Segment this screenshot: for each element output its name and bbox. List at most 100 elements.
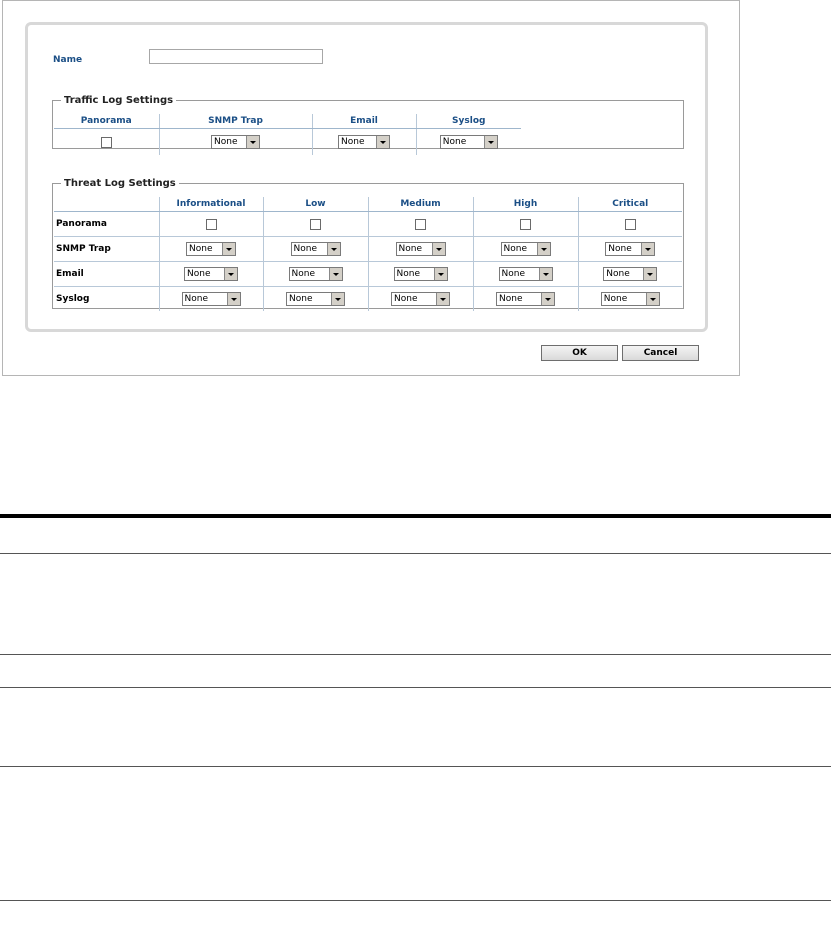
email-medium-select[interactable]: None [393,267,448,281]
snmp-medium-select[interactable]: None [395,242,446,256]
traffic-syslog-cell: None [415,128,521,155]
threat-cell [472,211,578,237]
dropdown-arrow-icon[interactable] [538,268,552,280]
snmp-low-select[interactable]: None [290,242,341,256]
threat-row-email: Email None None None None None [54,261,682,287]
syslog-critical-select[interactable]: None [600,292,660,306]
dropdown-arrow-icon[interactable] [226,293,240,305]
panorama-high-checkbox[interactable] [520,218,531,230]
traffic-header-panorama: Panorama [54,114,159,129]
traffic-header-syslog: Syslog [415,114,521,129]
dropdown-arrow-icon[interactable] [645,293,659,305]
threat-cell [367,211,473,237]
dropdown-arrow-icon[interactable] [246,136,259,148]
dropdown-arrow-icon[interactable] [433,268,447,280]
select-value: None [189,244,213,254]
threat-log-settings: Threat Log Settings Informational Low Me… [52,178,684,311]
syslog-medium-select[interactable]: None [391,292,450,306]
traffic-syslog-value: None [442,137,467,147]
threat-row-snmp-trap: SNMP Trap None None None None None [54,236,682,262]
traffic-syslog-select[interactable]: None [439,135,498,149]
threat-row-label: Email [54,261,159,287]
snmp-critical-select[interactable]: None [605,242,656,256]
threat-cell: None [472,236,578,262]
select-value: None [293,244,317,254]
threat-cell: None [158,236,263,262]
snmp-informational-select[interactable]: None [186,242,236,256]
select-value: None [398,244,422,254]
dropdown-arrow-icon[interactable] [436,293,449,305]
threat-cell [577,211,682,237]
name-input[interactable] [149,49,323,64]
dropdown-arrow-icon[interactable] [326,243,340,255]
traffic-panorama-checkbox[interactable] [100,136,112,148]
screenshot-frame: Name Traffic Log Settings Panorama SNMP … [2,0,740,376]
dropdown-arrow-icon[interactable] [431,243,445,255]
panorama-critical-checkbox[interactable] [624,218,636,230]
settings-panel: Name Traffic Log Settings Panorama SNMP … [25,22,708,332]
traffic-log-settings: Traffic Log Settings Panorama SNMP Trap … [52,95,684,155]
threat-header-informational: Informational [158,197,263,212]
syslog-low-select[interactable]: None [286,292,345,306]
email-high-select[interactable]: None [498,267,553,281]
snmp-high-select[interactable]: None [500,242,551,256]
threat-log-table: Informational Low Medium High Critical P… [54,197,682,311]
traffic-log-table: Panorama SNMP Trap Email Syslog None Non… [54,114,521,155]
syslog-high-select[interactable]: None [496,292,555,306]
dropdown-arrow-icon[interactable] [643,268,657,280]
select-value: None [608,244,632,254]
dropdown-arrow-icon[interactable] [328,268,342,280]
threat-row-label: SNMP Trap [54,236,159,262]
table-divider [0,766,831,767]
dropdown-arrow-icon[interactable] [224,268,237,280]
traffic-email-value: None [341,137,365,147]
threat-header-blank [54,197,159,212]
threat-header-high: High [472,197,578,212]
traffic-header-email: Email [311,114,416,129]
dropdown-arrow-icon[interactable] [536,243,550,255]
email-informational-select[interactable]: None [184,267,238,281]
dropdown-arrow-icon[interactable] [641,243,655,255]
threat-row-syslog: Syslog None None None None None [54,286,682,311]
email-critical-select[interactable]: None [603,267,658,281]
select-value: None [289,294,313,304]
select-value: None [187,269,211,279]
panorama-low-checkbox[interactable] [310,218,321,230]
ok-button[interactable]: OK [541,345,618,361]
traffic-log-legend: Traffic Log Settings [64,95,174,106]
table-divider [0,654,831,655]
threat-cell: None [472,286,578,311]
traffic-email-select[interactable]: None [338,135,390,149]
traffic-email-cell: None [311,128,416,155]
select-value: None [501,269,525,279]
threat-row-label: Panorama [54,211,159,237]
dropdown-arrow-icon[interactable] [222,243,235,255]
dropdown-arrow-icon[interactable] [376,136,389,148]
table-divider [0,553,831,554]
select-value: None [396,269,420,279]
threat-cell: None [367,286,473,311]
syslog-informational-select[interactable]: None [181,292,241,306]
threat-cell [262,211,368,237]
table-divider [0,687,831,688]
threat-cell: None [577,236,682,262]
threat-cell: None [472,261,578,287]
dropdown-arrow-icon[interactable] [483,136,497,148]
select-value: None [394,294,418,304]
email-low-select[interactable]: None [288,267,343,281]
threat-row-label: Syslog [56,294,90,304]
select-value: None [606,269,630,279]
dropdown-arrow-icon[interactable] [541,293,554,305]
traffic-snmp-cell: None [158,128,312,155]
traffic-panorama-cell [54,129,159,156]
table-divider [0,900,831,901]
select-value: None [291,269,315,279]
dropdown-arrow-icon[interactable] [331,293,344,305]
threat-header-critical: Critical [577,197,682,212]
panorama-informational-checkbox[interactable] [205,218,217,230]
cancel-button[interactable]: Cancel [622,345,699,361]
threat-cell: None [577,286,682,311]
panorama-medium-checkbox[interactable] [415,218,426,230]
name-label: Name [53,55,83,65]
traffic-snmp-select[interactable]: None [211,135,260,149]
